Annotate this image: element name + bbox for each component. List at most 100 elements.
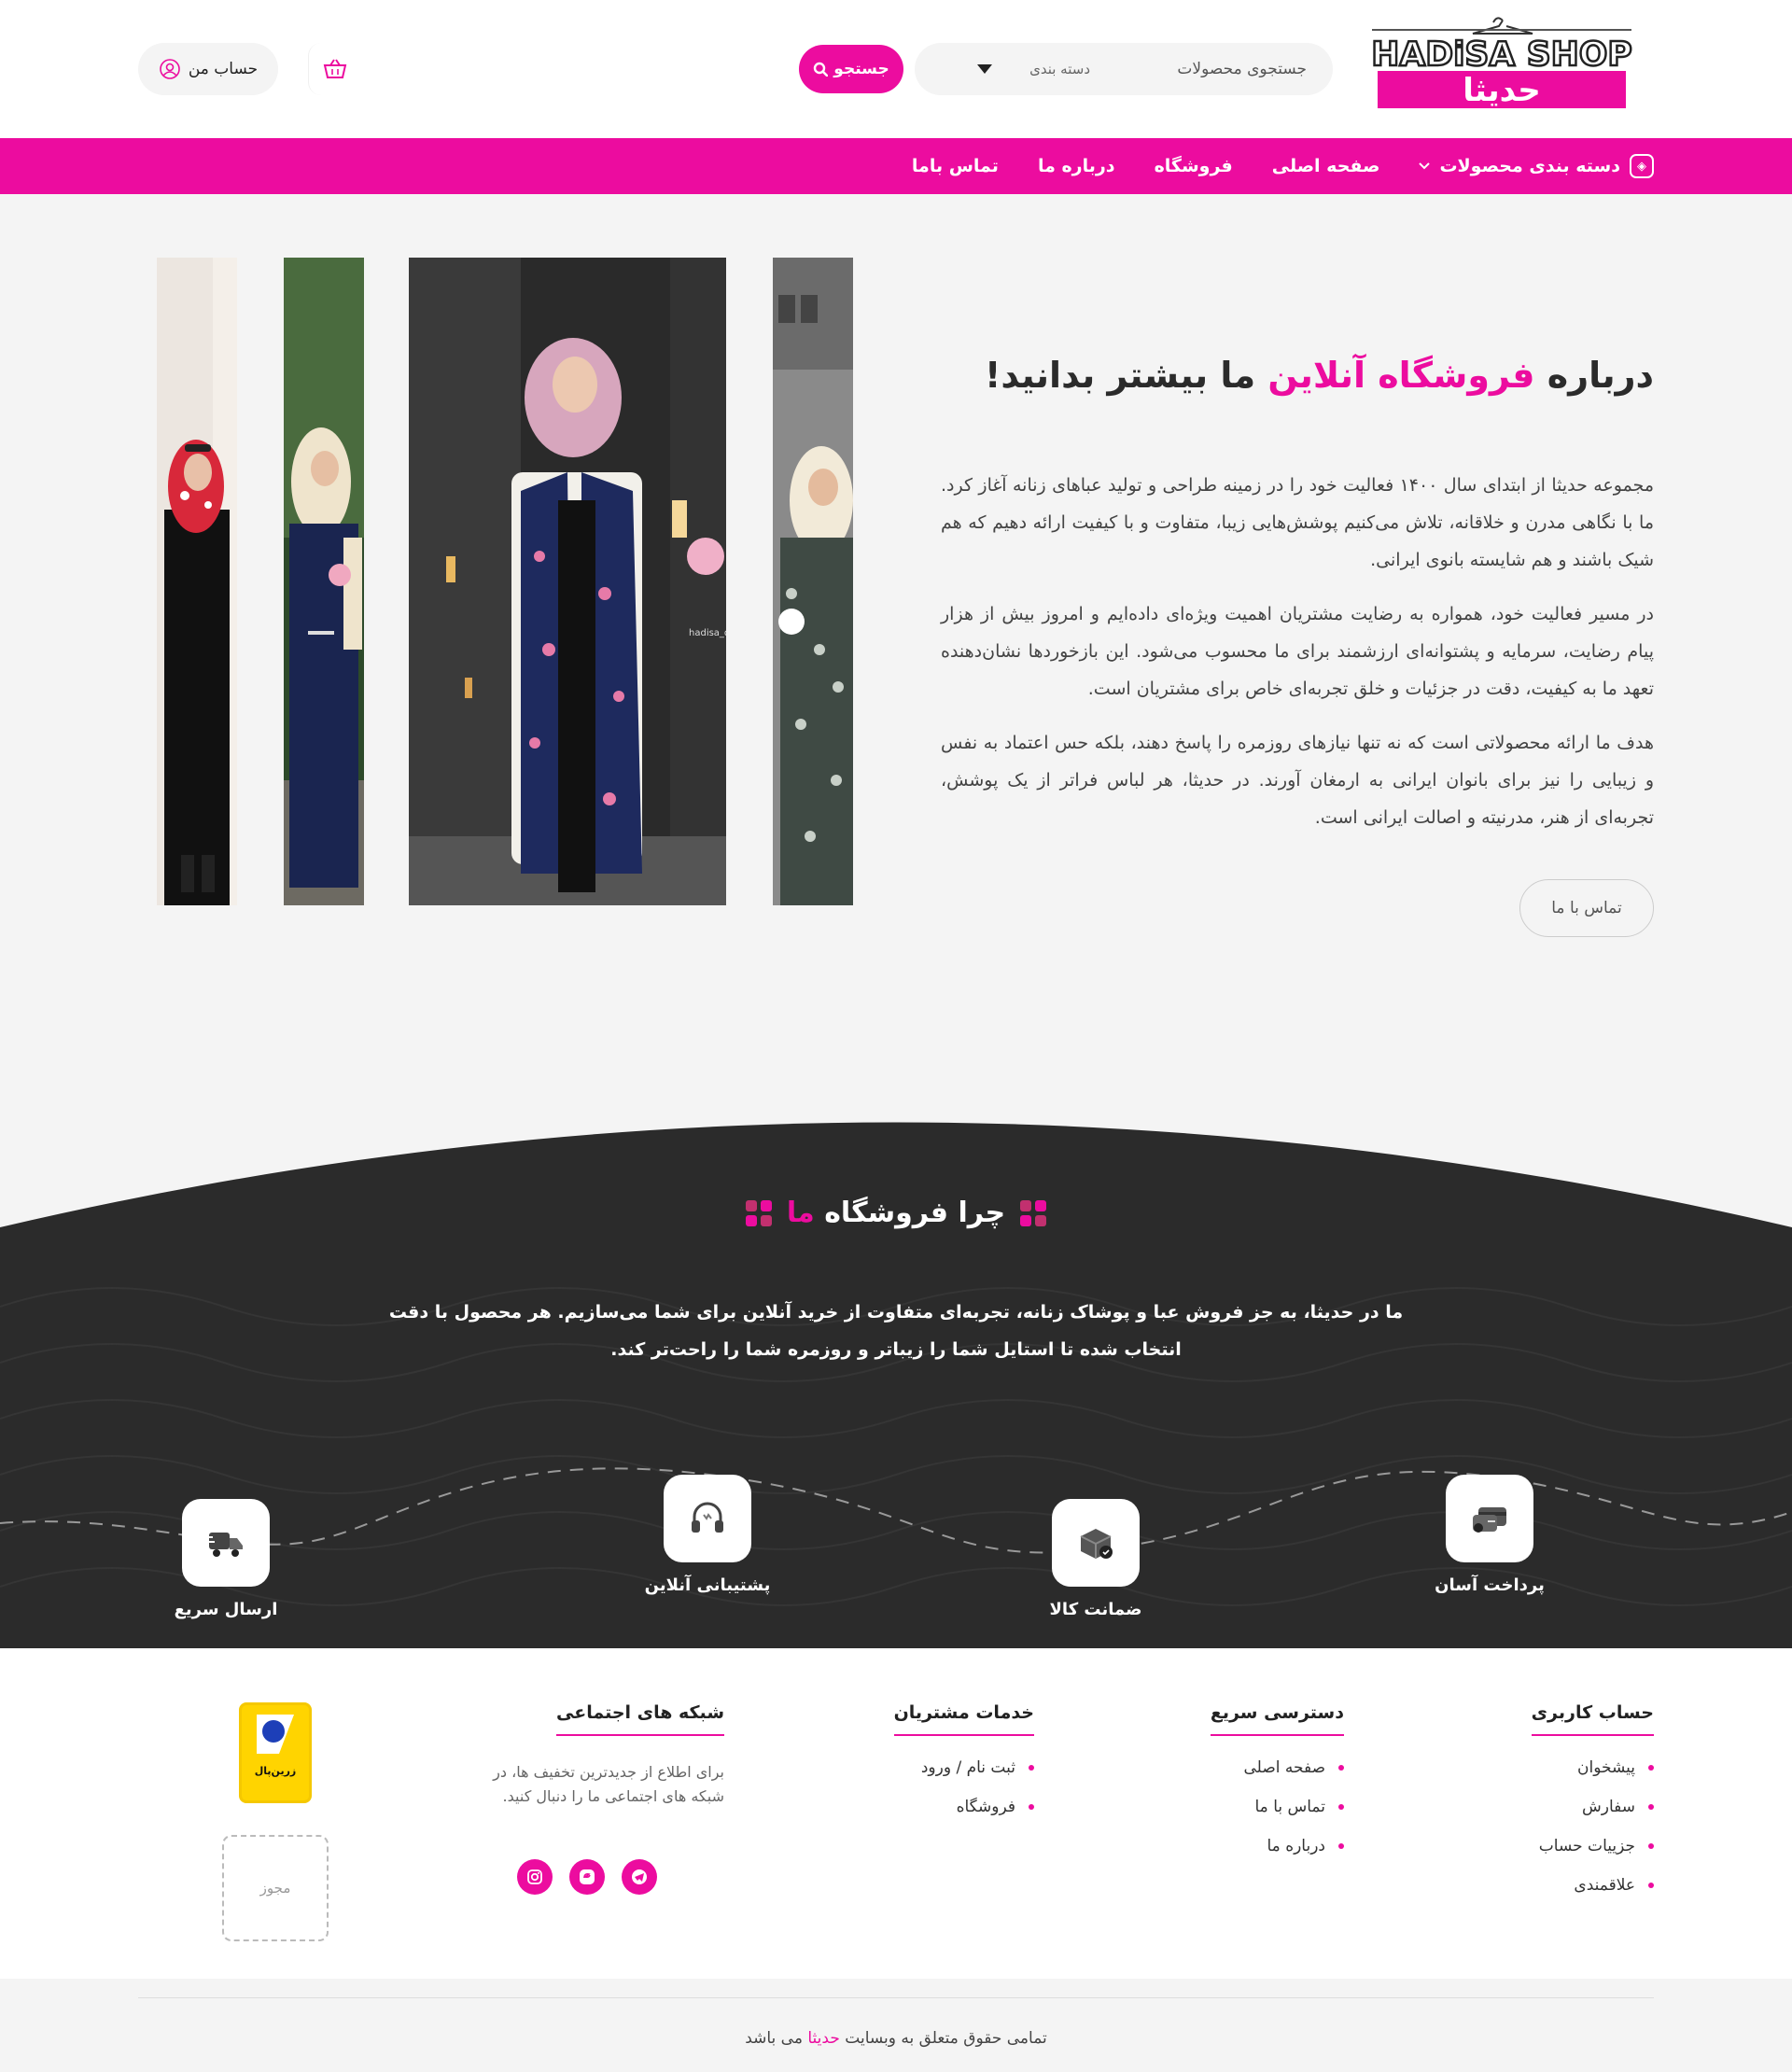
headset-icon	[664, 1475, 751, 1562]
nav-item-shop[interactable]: فروشگاه	[1155, 156, 1233, 176]
nav-item-home[interactable]: صفحه اصلی	[1272, 156, 1380, 176]
footer-link-home[interactable]: صفحه اصلی	[1211, 1758, 1344, 1777]
about-title-part: ما بیشتر بدانید!	[985, 355, 1268, 396]
footer-link-about[interactable]: درباره ما	[1211, 1837, 1344, 1855]
category-select[interactable]: دسته بندی	[962, 43, 1109, 95]
footer-link-wishlist[interactable]: علاقمندی	[1532, 1876, 1654, 1895]
copyright-brand[interactable]: حدیثا	[807, 2029, 839, 2048]
user-icon	[160, 59, 180, 79]
basket-icon	[323, 59, 346, 78]
feature-fast-delivery: ارسال سریع	[133, 1499, 319, 1619]
contact-us-button[interactable]: تماس با ما	[1519, 879, 1654, 937]
search-button-label: جستجو	[833, 60, 889, 78]
feature-label: ارسال سریع	[174, 1600, 278, 1619]
footer-link-label: علاقمندی	[1574, 1876, 1635, 1895]
footer-link-contact[interactable]: تماس با ما	[1211, 1798, 1344, 1816]
zarinpal-label: زرین‌پال	[254, 1765, 297, 1777]
footer-link-label: سفارش	[1582, 1798, 1635, 1816]
copyright-part: تمامی حقوق متعلق به وبسایت	[839, 2029, 1047, 2048]
telegram-icon[interactable]	[622, 1859, 657, 1895]
social-description: برای اطلاع از جدیدترین تخفیف ها، در شبکه…	[493, 1763, 724, 1805]
hanger-icon: ◈	[1630, 154, 1654, 178]
eitaa-icon[interactable]	[569, 1859, 605, 1895]
social-icons	[463, 1859, 657, 1895]
category-select-label: دسته بندی	[1029, 61, 1090, 77]
copyright-bar: تمامی حقوق متعلق به وبسایت حدیثا می باشد	[0, 1979, 1792, 2072]
footer-link-label: صفحه اصلی	[1243, 1758, 1325, 1777]
nav-item-about[interactable]: درباره ما	[1038, 156, 1115, 176]
footer-link-label: درباره ما	[1267, 1837, 1326, 1855]
gallery-photo[interactable]	[284, 258, 364, 905]
footer-services-column: خدمات مشتریان ثبت نام / ورود فروشگاه	[893, 1702, 1034, 1837]
footer-link-dashboard[interactable]: پیشخوان	[1532, 1758, 1654, 1777]
divider	[138, 1997, 1654, 1998]
gallery-photo[interactable]	[773, 258, 853, 905]
footer-link-account-details[interactable]: جزییات حساب	[1532, 1837, 1654, 1855]
feature-label: پرداخت آسان	[1435, 1575, 1545, 1595]
nav-item-label: دسته بندی محصولات	[1439, 156, 1620, 176]
footer-column-title: خدمات مشتریان	[893, 1702, 1034, 1736]
site-logo[interactable]: HADiSA SHOP حدیثا	[1370, 9, 1633, 112]
footer-link-label: جزییات حساب	[1538, 1837, 1635, 1855]
footer-account-column: حساب کاربری پیشخوان سفارش جزییات حساب عل…	[1531, 1702, 1654, 1915]
footer-quick-access-column: دسترسی سریع صفحه اصلی تماس با ما درباره …	[1210, 1702, 1344, 1876]
footer-link-label: پیشخوان	[1577, 1758, 1635, 1777]
feature-label: ضمانت کالا	[1049, 1600, 1142, 1619]
cart-button[interactable]	[308, 43, 360, 95]
gallery-photo[interactable]	[157, 258, 237, 905]
footer-column-title: دسترسی سریع	[1210, 1702, 1344, 1736]
search-input[interactable]	[1109, 43, 1333, 95]
nav-item-categories[interactable]: ◈ دسته بندی محصولات	[1419, 154, 1654, 178]
logo-graphic: HADiSA SHOP حدیثا	[1370, 17, 1633, 109]
main-nav: ◈ دسته بندی محصولات صفحه اصلی فروشگاه در…	[0, 138, 1792, 194]
footer-link-shop[interactable]: فروشگاه	[894, 1798, 1034, 1816]
copyright-text: تمامی حقوق متعلق به وبسایت حدیثا می باشد	[0, 2029, 1792, 2048]
zarinpal-badge[interactable]: زرین‌پال	[239, 1702, 312, 1803]
svg-text:HADiSA SHOP: HADiSA SHOP	[1371, 35, 1632, 74]
about-title-part: درباره	[1534, 355, 1655, 396]
license-placeholder[interactable]: مجوز	[222, 1835, 329, 1941]
zarinpal-logo-icon	[257, 1715, 294, 1754]
footer-link-label: ثبت نام / ورود	[920, 1758, 1015, 1777]
feature-label: پشتیبانی آنلاین	[644, 1575, 771, 1595]
search-button[interactable]: جستجو	[799, 45, 903, 93]
about-title-accent: فروشگاه آنلاین	[1267, 355, 1535, 396]
footer-column-title: شبکه های اجتماعی	[556, 1702, 724, 1736]
instagram-icon[interactable]	[517, 1859, 553, 1895]
why-title-accent: ما	[786, 1197, 815, 1229]
site-header: HADiSA SHOP حدیثا دسته بندی جستجو حساب م…	[0, 0, 1792, 138]
delivery-truck-icon	[182, 1499, 270, 1587]
search-icon	[814, 62, 829, 77]
why-title-part: چرا فروشگاه	[814, 1197, 1006, 1229]
photo-watermark: hadisa_design	[689, 628, 726, 638]
why-description: ما در حدیثا، به جز فروش عبا و پوشاک زنان…	[388, 1302, 1404, 1360]
footer-link-register-login[interactable]: ثبت نام / ورود	[894, 1758, 1034, 1777]
payment-icon	[1446, 1475, 1533, 1562]
search-box: دسته بندی	[915, 43, 1333, 95]
about-description: مجموعه حدیثا از ابتدای سال ۱۴۰۰ فعالیت خ…	[941, 467, 1654, 853]
about-paragraph: در مسیر فعالیت خود، همواره به رضایت مشتر…	[941, 604, 1654, 699]
footer-link-orders[interactable]: سفارش	[1532, 1798, 1654, 1816]
about-gallery: hadisa_design	[157, 258, 855, 907]
about-title: درباره فروشگاه آنلاین ما بیشتر بدانید!	[985, 355, 1655, 396]
nav-item-label: درباره ما	[1037, 156, 1115, 176]
nav-item-label: فروشگاه	[1154, 156, 1233, 176]
dots-decoration-icon	[745, 1199, 772, 1226]
chevron-down-icon	[1419, 162, 1431, 170]
caret-down-icon	[977, 64, 993, 74]
about-paragraph: هدف ما ارائه محصولاتی است که نه تنها نیا…	[941, 733, 1654, 828]
footer-link-label: فروشگاه	[956, 1798, 1015, 1816]
feature-easy-payment: پرداخت آسان	[1396, 1475, 1583, 1595]
license-label: مجوز	[259, 1880, 291, 1897]
nav-item-contact[interactable]: تماس باما	[912, 156, 999, 176]
guarantee-box-icon	[1052, 1499, 1140, 1587]
gallery-photo-main[interactable]: hadisa_design	[409, 258, 726, 905]
nav-item-label: صفحه اصلی	[1271, 156, 1380, 176]
why-title: چرا فروشگاه ما	[0, 1197, 1792, 1229]
feature-online-support: پشتیبانی آنلاین	[614, 1475, 801, 1595]
account-button[interactable]: حساب من	[138, 43, 278, 95]
feature-product-guarantee: ضمانت کالا	[1002, 1499, 1189, 1619]
footer-social-column: شبکه های اجتماعی برای اطلاع از جدیدترین …	[463, 1702, 724, 1895]
account-label: حساب من	[188, 60, 259, 78]
footer-link-label: تماس با ما	[1254, 1798, 1326, 1816]
